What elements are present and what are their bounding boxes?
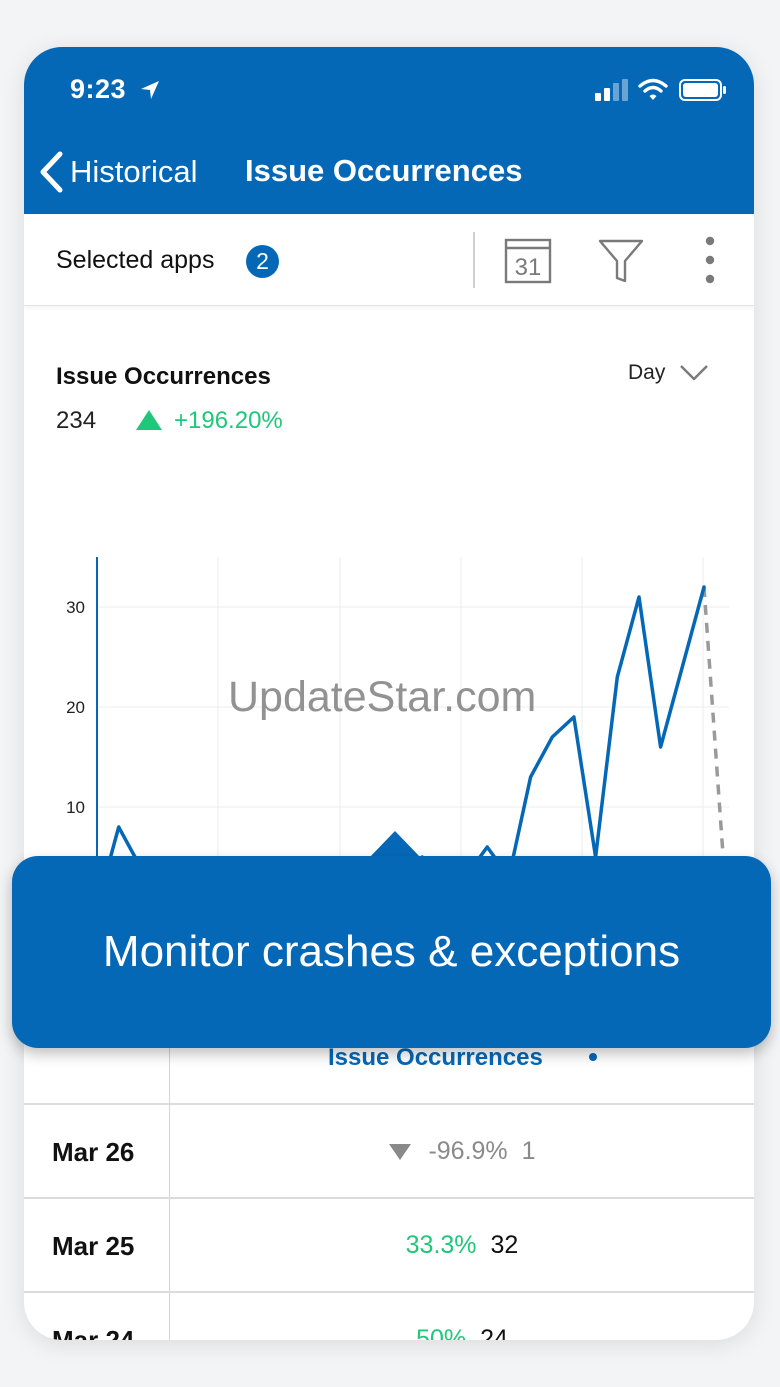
row-date: Mar 26 xyxy=(52,1137,135,1167)
row-change: -96.9% xyxy=(428,1137,508,1165)
sort-indicator xyxy=(589,1053,597,1061)
apps-count-badge: 2 xyxy=(246,245,279,278)
total-value: 234 xyxy=(56,407,97,434)
y-tick-label: 10 xyxy=(66,798,85,817)
location-arrow-icon xyxy=(141,81,159,99)
trend-up-icon xyxy=(136,410,162,430)
y-tick-label: 20 xyxy=(66,698,85,717)
wifi-icon xyxy=(638,78,668,100)
period-label: Day xyxy=(628,361,666,384)
trend-down-icon xyxy=(389,1143,412,1160)
period-dropdown[interactable]: Day xyxy=(628,361,709,385)
selected-apps-button[interactable]: Selected apps xyxy=(56,246,214,275)
battery-icon xyxy=(679,79,726,101)
row-date: Mar 25 xyxy=(52,1231,135,1261)
filter-toolbar: Selected apps 2 31 xyxy=(24,214,754,306)
page-title: Issue Occurrences xyxy=(245,153,523,188)
y-tick-label: 30 xyxy=(66,598,85,617)
app-header: 9:23 Historical Issue Occurrences xyxy=(24,47,754,214)
back-label: Historical xyxy=(70,154,198,189)
table-row[interactable]: Mar 25 33.3% 32 xyxy=(24,1199,754,1293)
row-count: 1 xyxy=(521,1137,536,1165)
row-values: -96.9% 1 xyxy=(170,1137,754,1166)
tooltip-pointer xyxy=(368,831,422,859)
feature-callout-text: Monitor crashes & exceptions xyxy=(102,927,681,976)
row-count: 24 xyxy=(480,1325,508,1340)
chevron-left-icon xyxy=(40,151,63,193)
filter-icon[interactable] xyxy=(598,238,644,284)
toolbar-divider xyxy=(473,232,475,288)
row-count: 32 xyxy=(490,1231,519,1259)
row-values: 33.3% 32 xyxy=(170,1231,754,1260)
table-row[interactable]: Mar 26 -96.9% 1 xyxy=(24,1105,754,1199)
back-button[interactable]: Historical xyxy=(38,147,197,197)
calendar-icon[interactable]: 31 xyxy=(504,238,552,284)
card-title: Issue Occurrences xyxy=(56,363,271,390)
projection-line xyxy=(702,586,728,898)
feature-callout: Monitor crashes & exceptions xyxy=(12,856,771,1048)
row-change: 50% xyxy=(416,1325,467,1340)
calendar-day-text: 31 xyxy=(515,254,542,281)
row-values: 50% 24 xyxy=(170,1325,754,1340)
status-time: 9:23 xyxy=(70,74,127,104)
table-row[interactable]: Mar 24 50% 24 xyxy=(24,1293,754,1340)
cellular-signal-icon xyxy=(595,79,628,101)
row-change: 33.3% xyxy=(405,1231,477,1259)
more-options-icon[interactable] xyxy=(704,236,716,284)
column-header-issue-occurrences[interactable]: Issue Occurrences xyxy=(328,1044,543,1072)
change-value: +196.20% xyxy=(174,407,283,434)
row-date: Mar 24 xyxy=(52,1325,135,1340)
chevron-down-icon xyxy=(680,365,709,381)
phone-screen: 9:23 Historical Issue Occurrences Select… xyxy=(24,47,754,1340)
